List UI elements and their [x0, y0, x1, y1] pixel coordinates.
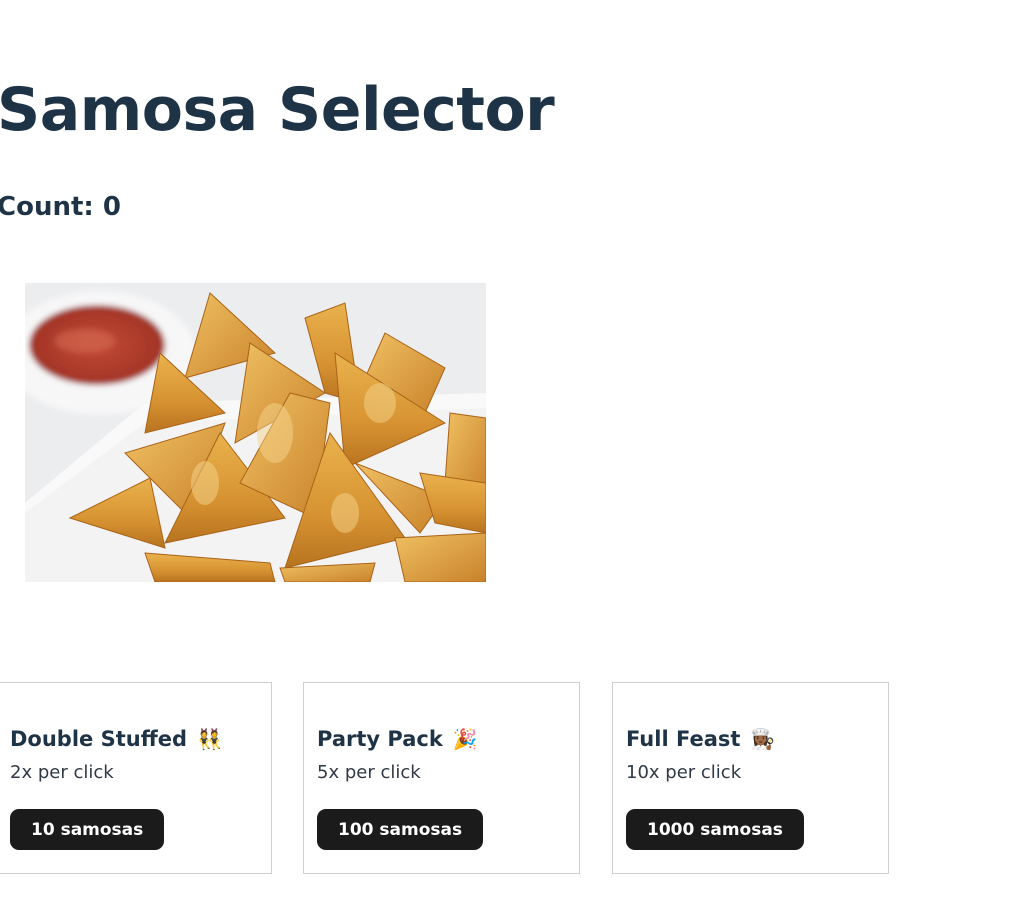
samosa-count: Count: 0: [0, 192, 121, 222]
page-title: Samosa Selector: [0, 75, 555, 145]
upgrade-card-party-pack: Party Pack 🎉 5x per click 100 samosas: [303, 682, 580, 874]
buy-party-pack-button[interactable]: 100 samosas: [317, 809, 484, 850]
upgrade-title: Party Pack 🎉: [317, 725, 478, 753]
upgrade-description: 10x per click: [626, 762, 742, 783]
upgrade-title: Double Stuffed 👯: [10, 725, 222, 753]
upgrade-title: Full Feast 👩🏾‍🍳: [626, 725, 775, 753]
samosa-image[interactable]: [25, 283, 486, 582]
upgrade-card-double-stuffed: Double Stuffed 👯 2x per click 10 samosas: [0, 682, 272, 874]
dancing-people-icon: 👯: [197, 727, 222, 751]
upgrade-title-text: Full Feast: [626, 727, 741, 751]
cook-icon: 👩🏾‍🍳: [750, 727, 776, 751]
buy-full-feast-button[interactable]: 1000 samosas: [626, 809, 804, 850]
upgrade-description: 5x per click: [317, 762, 421, 783]
buy-double-stuffed-button[interactable]: 10 samosas: [10, 809, 165, 850]
upgrade-title-text: Double Stuffed: [10, 727, 187, 751]
samosa-selector-page: Samosa Selector Count: 0 Double Stuffed …: [0, 0, 1021, 903]
upgrade-description: 2x per click: [10, 762, 114, 783]
party-popper-icon: 🎉: [452, 727, 478, 751]
upgrade-title-text: Party Pack: [317, 727, 443, 751]
upgrade-card-full-feast: Full Feast 👩🏾‍🍳 10x per click 1000 samos…: [612, 682, 889, 874]
